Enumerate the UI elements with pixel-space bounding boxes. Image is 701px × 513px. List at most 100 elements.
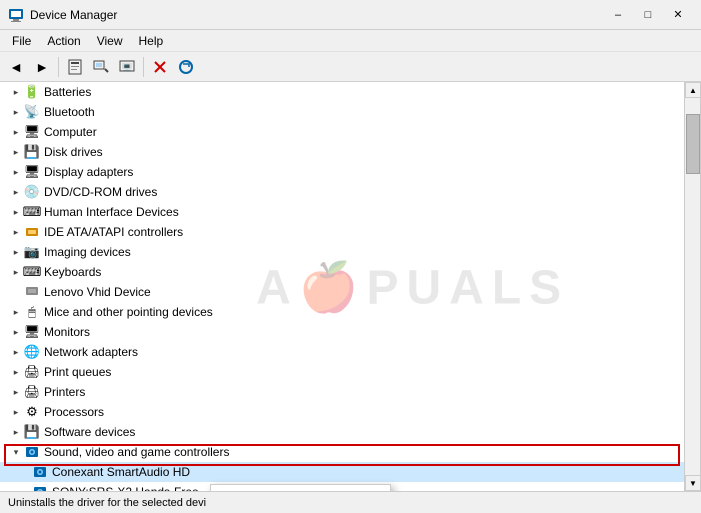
item-label: Mice and other pointing devices — [44, 305, 213, 319]
expand-arrow[interactable]: ▸ — [8, 424, 24, 440]
tree-item-dvdrom[interactable]: ▸💿DVD/CD-ROM drives — [0, 182, 700, 202]
expand-arrow[interactable] — [8, 284, 24, 300]
item-label: Computer — [44, 125, 97, 139]
expand-arrow[interactable] — [24, 464, 32, 480]
expand-arrow[interactable]: ▸ — [8, 124, 24, 140]
toolbar-sep-2 — [143, 57, 144, 77]
ctx-item-update[interactable]: Update Driver Software... — [211, 485, 390, 491]
item-icon: 📷 — [24, 244, 40, 260]
tree-item-computer[interactable]: ▸🖥 Computer — [0, 122, 700, 142]
expand-arrow[interactable]: ▸ — [8, 244, 24, 260]
item-icon: 💾 — [24, 144, 40, 160]
tree-item-network[interactable]: ▸🌐 Network adapters — [0, 342, 700, 362]
item-icon — [24, 444, 40, 460]
expand-arrow[interactable]: ▸ — [8, 364, 24, 380]
menu-action[interactable]: Action — [39, 32, 88, 50]
scan-button[interactable] — [89, 55, 113, 79]
item-label: Printers — [44, 385, 85, 399]
title-bar: Device Manager – □ ✕ — [0, 0, 701, 30]
item-label: Display adapters — [44, 165, 133, 179]
vertical-scrollbar[interactable]: ▲ ▼ — [684, 82, 700, 491]
tree-item-printq[interactable]: ▸🖨Print queues — [0, 362, 700, 382]
tree-item-displayadapters[interactable]: ▸🖥Display adapters — [0, 162, 700, 182]
tree-item-diskdrives[interactable]: ▸💾 Disk drives — [0, 142, 700, 162]
tree-item-printers[interactable]: ▸🖨 Printers — [0, 382, 700, 402]
tree-item-mice[interactable]: ▸🖱 Mice and other pointing devices — [0, 302, 700, 322]
scroll-thumb[interactable] — [686, 114, 700, 174]
expand-arrow[interactable]: ▸ — [8, 144, 24, 160]
tree-item-sound[interactable]: ▾ Sound, video and game controllers — [0, 442, 700, 462]
item-icon — [32, 484, 48, 491]
expand-arrow[interactable] — [24, 484, 32, 491]
item-icon: 🖥 — [24, 324, 40, 340]
tree-item-monitors[interactable]: ▸🖥 Monitors — [0, 322, 700, 342]
item-label: Disk drives — [44, 145, 103, 159]
update-driver-button[interactable]: 💻 — [115, 55, 139, 79]
item-label: Sound, video and game controllers — [44, 445, 229, 459]
item-icon: ⌨ — [24, 264, 40, 280]
expand-arrow[interactable]: ▸ — [8, 304, 24, 320]
tree-item-batteries[interactable]: ▸🔋Batteries — [0, 82, 700, 102]
expand-arrow[interactable]: ▸ — [8, 104, 24, 120]
tree-item-keyboards[interactable]: ▸⌨ Keyboards — [0, 262, 700, 282]
maximize-button[interactable]: □ — [633, 5, 663, 25]
item-label: Imaging devices — [44, 245, 131, 259]
item-icon: ⚙ — [24, 404, 40, 420]
item-label: Lenovo Vhid Device — [44, 285, 151, 299]
toolbar: ◄ ► 💻 — [0, 52, 701, 82]
menu-view[interactable]: View — [89, 32, 131, 50]
item-icon: 🖥 — [24, 124, 40, 140]
expand-arrow[interactable]: ▸ — [8, 344, 24, 360]
toolbar-sep-1 — [58, 57, 59, 77]
item-icon: 🖨 — [24, 384, 40, 400]
svg-text:💻: 💻 — [123, 63, 132, 71]
tree-item-software[interactable]: ▸💾Software devices — [0, 422, 700, 442]
uninstall-button[interactable] — [148, 55, 172, 79]
app-icon — [8, 7, 24, 23]
item-icon: 🌐 — [24, 344, 40, 360]
tree-item-imaging[interactable]: ▸📷 Imaging devices — [0, 242, 700, 262]
item-label: Human Interface Devices — [44, 205, 179, 219]
item-icon: 🖱 — [24, 304, 40, 320]
expand-arrow[interactable]: ▸ — [8, 404, 24, 420]
back-button[interactable]: ◄ — [4, 55, 28, 79]
menu-file[interactable]: File — [4, 32, 39, 50]
item-label: Bluetooth — [44, 105, 95, 119]
refresh-button[interactable] — [174, 55, 198, 79]
item-label: Conexant SmartAudio HD — [52, 465, 190, 479]
expand-arrow[interactable]: ▸ — [8, 84, 24, 100]
tree-item-lenovo[interactable]: Lenovo Vhid Device — [0, 282, 700, 302]
item-icon — [32, 464, 48, 480]
tree-item-processors[interactable]: ▸⚙Processors — [0, 402, 700, 422]
tree-scroll[interactable]: ▸🔋Batteries▸📡Bluetooth▸🖥Computer▸💾Disk d… — [0, 82, 700, 491]
expand-arrow[interactable]: ▸ — [8, 384, 24, 400]
tree-item-bluetooth[interactable]: ▸📡Bluetooth — [0, 102, 700, 122]
minimize-button[interactable]: – — [603, 5, 633, 25]
item-icon: 💿 — [24, 184, 40, 200]
status-bar: Uninstalls the driver for the selected d… — [0, 491, 701, 513]
expand-arrow[interactable]: ▸ — [8, 184, 24, 200]
forward-button[interactable]: ► — [30, 55, 54, 79]
expand-arrow[interactable]: ▸ — [8, 324, 24, 340]
expand-arrow[interactable]: ▸ — [8, 264, 24, 280]
expand-arrow[interactable]: ▸ — [8, 224, 24, 240]
status-text: Uninstalls the driver for the selected d… — [8, 497, 206, 509]
window-title: Device Manager — [30, 8, 603, 22]
scroll-up-arrow[interactable]: ▲ — [685, 82, 701, 98]
item-label: Software devices — [44, 425, 135, 439]
expand-arrow[interactable]: ▸ — [8, 204, 24, 220]
tree-item-conexant[interactable]: Conexant SmartAudio HD — [0, 462, 700, 482]
close-button[interactable]: ✕ — [663, 5, 693, 25]
tree-item-ide[interactable]: ▸IDE ATA/ATAPI controllers — [0, 222, 700, 242]
expand-arrow[interactable]: ▾ — [8, 444, 24, 460]
item-label: Monitors — [44, 325, 90, 339]
expand-arrow[interactable]: ▸ — [8, 164, 24, 180]
tree-item-hid[interactable]: ▸⌨Human Interface Devices — [0, 202, 700, 222]
item-label: Keyboards — [44, 265, 101, 279]
item-label: Print queues — [44, 365, 111, 379]
context-menu: Update Driver Software...DisableUninstal… — [210, 484, 391, 491]
scroll-down-arrow[interactable]: ▼ — [685, 475, 701, 491]
menu-help[interactable]: Help — [131, 32, 172, 50]
item-label: Network adapters — [44, 345, 138, 359]
properties-button[interactable] — [63, 55, 87, 79]
